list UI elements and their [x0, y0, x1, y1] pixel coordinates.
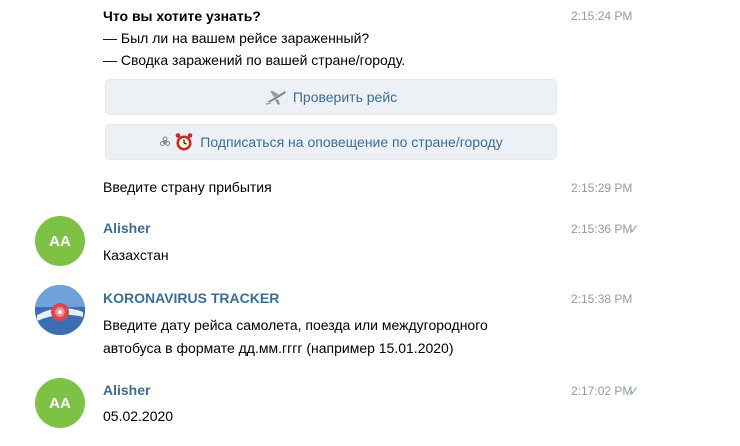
message-text: Введите страну прибытия [103, 179, 272, 195]
message-line: — Сводка заражений по вашей стране/город… [103, 52, 406, 68]
avatar[interactable]: AA [35, 216, 85, 266]
subscribe-alert-button[interactable]: Подписаться на оповещение по стране/горо… [105, 124, 557, 160]
message-line: автобуса в формате дд.мм.гггг (например … [103, 340, 454, 356]
message-time: 2:15:38 PM [571, 292, 633, 306]
read-check-icon: ✓ [629, 384, 640, 398]
message-line: Введите дату рейса самолета, поезда или … [103, 317, 488, 333]
avatar[interactable]: AA [35, 378, 85, 428]
airplane-icon [265, 88, 287, 106]
message-title: Что вы хотите узнать? [103, 8, 261, 24]
message-text: Казахстан [103, 247, 169, 263]
message-text: 05.02.2020 [103, 408, 174, 424]
button-label: Проверить рейс [292, 89, 398, 105]
sender-name[interactable]: Alisher [103, 219, 150, 237]
message-time: 2:15:36 PM [571, 222, 633, 236]
avatar[interactable] [35, 285, 85, 335]
message-time: 2:15:24 PM [571, 9, 633, 23]
read-check-icon: ✓ [629, 222, 640, 236]
message-line: — Был ли на вашем рейсе зараженный? [103, 30, 370, 46]
check-flight-button[interactable]: Проверить рейс [105, 79, 557, 115]
bot-avatar-icon [35, 285, 85, 335]
button-label: Подписаться на оповещение по стране/горо… [200, 134, 503, 150]
sender-name[interactable]: Alisher [103, 381, 150, 399]
message-time: 2:15:29 PM [571, 181, 633, 195]
message-time: 2:17:02 PM [571, 384, 633, 398]
biohazard-icon [159, 136, 171, 148]
alarm-clock-icon [174, 132, 194, 152]
sender-name[interactable]: KORONAVIRUS TRACKER [103, 289, 279, 307]
